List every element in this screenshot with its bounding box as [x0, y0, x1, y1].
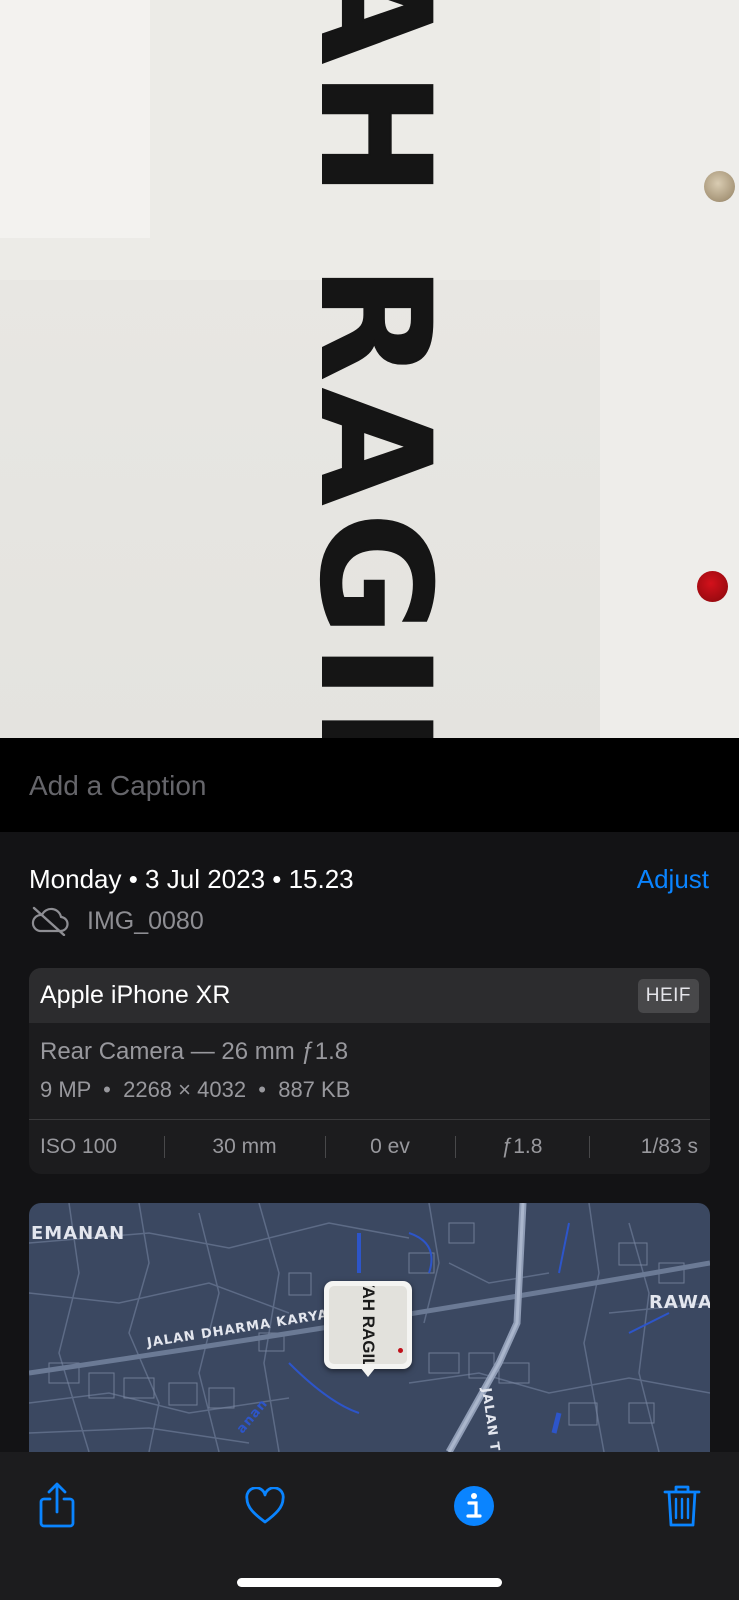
photo-shadow: [0, 0, 150, 238]
pin-thumbnail-text: YAH RAGILI: [359, 1286, 378, 1364]
photo-shadow: [600, 0, 739, 738]
map-photo-pin[interactable]: YAH RAGILI: [324, 1281, 412, 1377]
exif-shutter-speed: 1/83 s: [589, 1120, 710, 1174]
map-area-label: RAWA: [649, 1292, 710, 1313]
file-name: IMG_0080: [87, 906, 204, 935]
camera-info-card: Apple iPhone XR HEIF Rear Camera — 26 mm…: [29, 968, 710, 1174]
favorite-button[interactable]: [237, 1478, 293, 1534]
device-name: Apple iPhone XR: [40, 981, 231, 1009]
photo-datetime: Monday • 3 Jul 2023 • 15.23: [29, 864, 354, 894]
home-indicator[interactable]: [237, 1578, 502, 1587]
camera-card-header: Apple iPhone XR HEIF: [29, 968, 710, 1023]
exif-row: ISO 100 30 mm 0 ev ƒ1.8 1/83 s: [29, 1119, 710, 1174]
info-button[interactable]: [446, 1478, 502, 1534]
bottom-toolbar: [0, 1452, 739, 1600]
info-icon: [454, 1486, 494, 1526]
map-area-label: EMANAN: [31, 1223, 126, 1244]
exif-focal-length: 30 mm: [164, 1120, 325, 1174]
caption-input[interactable]: [29, 766, 709, 806]
share-icon: [39, 1482, 75, 1528]
info-panel: Monday • 3 Jul 2023 • 15.23 Adjust IMG_0…: [0, 832, 739, 1452]
lens-info: Rear Camera — 26 mm ƒ1.8: [40, 1038, 349, 1065]
adjust-button[interactable]: Adjust: [637, 864, 709, 895]
format-badge: HEIF: [637, 978, 699, 1013]
location-map[interactable]: EMANAN RAWA JALAN DHARMA KARYA JALAN TOL…: [29, 1203, 710, 1452]
cloud-slash-icon: [31, 906, 69, 936]
pin-thumbnail-dot: [398, 1348, 403, 1353]
trash-icon: [663, 1485, 701, 1527]
heart-icon: [245, 1487, 285, 1524]
caption-area: [0, 738, 739, 832]
photo-handwritten-text: YAH RAGILI: [286, 0, 462, 738]
photo-hole: [704, 171, 735, 202]
delete-button[interactable]: [654, 1478, 710, 1534]
file-row: IMG_0080: [29, 906, 204, 936]
exif-aperture: ƒ1.8: [455, 1120, 589, 1174]
image-specs: 9 MP • 2268 × 4032 • 887 KB: [40, 1077, 351, 1102]
pin-thumbnail: YAH RAGILI: [329, 1286, 407, 1364]
share-button[interactable]: [29, 1478, 85, 1534]
exif-exposure-value: 0 ev: [325, 1120, 455, 1174]
photo-view[interactable]: YAH RAGILI: [0, 0, 739, 738]
photo-red-dot: [697, 571, 728, 602]
exif-iso: ISO 100: [40, 1135, 118, 1158]
